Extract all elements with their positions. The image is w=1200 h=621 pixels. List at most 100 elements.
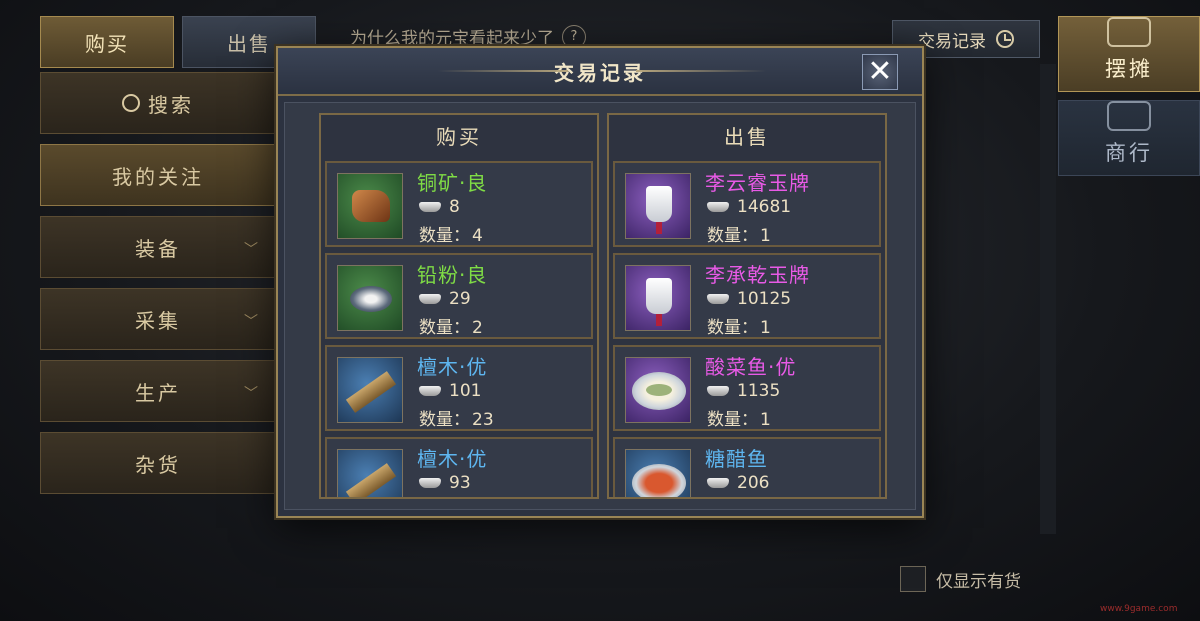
menu-item-label: 装备 [135,236,181,261]
list-item[interactable]: 铜矿·良 8 数量： 4 [325,161,593,247]
price-value: 1135 [737,381,781,401]
close-icon[interactable]: ✕ [862,54,898,90]
quantity-label: 数量： [707,318,758,338]
item-price: 29 [419,289,471,309]
only-in-stock-toggle[interactable]: 仅显示有货 [900,566,1021,592]
menu-item-gathering[interactable]: 采集 ﹀ [40,288,276,350]
quantity-value: 4 [472,226,483,246]
silver-ingot-icon [707,386,729,396]
chevron-down-icon: ﹀ [244,386,261,402]
shop-icon [1107,101,1151,131]
price-value: 29 [449,289,471,309]
item-quantity: 数量： 23 [417,405,494,430]
menu-item-label: 我的关注 [112,164,204,189]
header-ornament [438,70,568,72]
item-quantity: 数量： 1 [705,405,771,430]
quantity-label: 数量： [707,410,758,430]
item-name: 檀木·优 [417,447,488,471]
silver-ingot-icon [419,202,441,212]
item-name: 糖醋鱼 [705,447,768,471]
left-menu: 搜索 我的关注 装备 ﹀ 采集 ﹀ 生产 ﹀ 杂货 [40,70,276,494]
dialog-header: 交易记录 ✕ [278,48,922,96]
price-value: 14681 [737,197,792,217]
side-tab-stall[interactable]: 摆摊 [1058,16,1200,92]
item-name: 酸菜鱼·优 [705,355,797,379]
fish-dish-icon [625,449,691,497]
price-value: 8 [449,197,460,217]
jade-plaque-icon [625,173,691,239]
silver-ingot-icon [707,294,729,304]
silver-ingot-icon [707,478,729,488]
buy-records-list[interactable]: 购买 铜矿·良 8 数量： 4 铅粉·良 29 数量： 2 檀木·优 101 数… [319,113,599,499]
item-name: 李云睿玉牌 [705,171,810,195]
copper-ore-icon [337,173,403,239]
list-item[interactable]: 檀木·优 93 [325,437,593,497]
only-in-stock-label: 仅显示有货 [936,571,1021,592]
search-icon [122,94,140,112]
price-value: 93 [449,473,471,493]
stall-icon [1107,17,1151,47]
list-item[interactable]: 铅粉·良 29 数量： 2 [325,253,593,339]
sandalwood-icon [337,357,403,423]
menu-item-label: 生产 [135,380,181,405]
item-quantity: 数量： 1 [705,221,771,246]
menu-item-label: 采集 [135,308,181,333]
list-item[interactable]: 李云睿玉牌 14681 数量： 1 [613,161,881,247]
item-price: 14681 [707,197,791,217]
lead-powder-icon [337,265,403,331]
clock-icon [996,30,1014,48]
sandalwood-icon [337,449,403,497]
quantity-label: 数量： [419,410,470,430]
side-tab-label: 摆摊 [1105,57,1153,81]
item-price: 206 [707,473,769,493]
scrollbar[interactable] [1040,64,1056,534]
trade-record-dialog: 交易记录 ✕ 购买 铜矿·良 8 数量： 4 铅粉·良 29 数量： 2 檀木·… [276,46,924,518]
item-quantity: 数量： 2 [417,313,483,338]
item-quantity: 数量： 1 [705,313,771,338]
item-price: 93 [419,473,471,493]
quantity-value: 2 [472,318,483,338]
watermark: www.9game.com [1100,604,1178,614]
price-value: 206 [737,473,770,493]
column-header: 出售 [724,124,770,149]
item-name: 铜矿·良 [417,171,488,195]
silver-ingot-icon [419,478,441,488]
menu-item-favorites[interactable]: 我的关注 [40,144,276,206]
question-icon[interactable]: ? [562,24,586,49]
price-value: 10125 [737,289,792,309]
side-tab-label: 商行 [1105,141,1153,165]
quantity-label: 数量： [419,318,470,338]
menu-item-misc[interactable]: 杂货 [40,432,276,494]
item-price: 8 [419,197,460,217]
item-name: 李承乾玉牌 [705,263,810,287]
quantity-label: 数量： [707,226,758,246]
list-item[interactable]: 檀木·优 101 数量： 23 [325,345,593,431]
list-item[interactable]: 酸菜鱼·优 1135 数量： 1 [613,345,881,431]
side-tab-shop[interactable]: 商行 [1058,100,1200,176]
column-header: 购买 [436,124,482,149]
item-price: 10125 [707,289,791,309]
list-item[interactable]: 糖醋鱼 206 [613,437,881,497]
sell-records-list[interactable]: 出售 李云睿玉牌 14681 数量： 1 李承乾玉牌 10125 数量： 1 酸… [607,113,887,499]
chevron-down-icon: ﹀ [244,314,261,330]
checkbox[interactable] [900,566,926,592]
quantity-value: 23 [472,410,494,430]
search-button[interactable]: 搜索 [40,72,276,134]
item-quantity: 数量： 4 [417,221,483,246]
item-name: 檀木·优 [417,355,488,379]
quantity-label: 数量： [419,226,470,246]
trade-record-label: 交易记录 [918,31,986,52]
menu-item-equipment[interactable]: 装备 ﹀ [40,216,276,278]
silver-ingot-icon [707,202,729,212]
list-item[interactable]: 李承乾玉牌 10125 数量： 1 [613,253,881,339]
search-label: 搜索 [148,92,194,117]
silver-ingot-icon [419,386,441,396]
item-price: 101 [419,381,481,401]
tab-buy[interactable]: 购买 [40,16,174,68]
quantity-value: 1 [760,410,771,430]
menu-item-production[interactable]: 生产 ﹀ [40,360,276,422]
item-price: 1135 [707,381,780,401]
quantity-value: 1 [760,318,771,338]
jade-plaque-icon [625,265,691,331]
header-ornament [636,70,766,72]
